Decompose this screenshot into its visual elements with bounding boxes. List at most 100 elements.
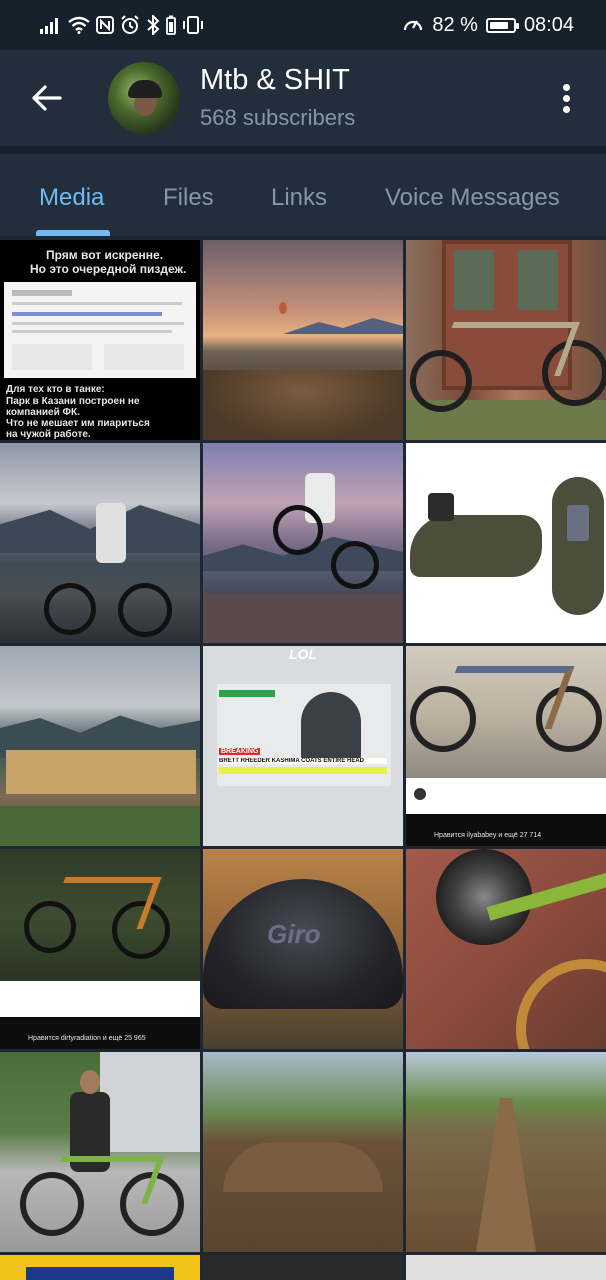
post-photo	[406, 646, 606, 778]
meme-caption-top2: Но это очередной пиздеж.	[30, 262, 187, 276]
bike-frame	[434, 666, 575, 729]
battery-icon	[485, 17, 519, 33]
media-tile-1[interactable]: Прям вот искренне. Но это очередной пизд…	[0, 240, 200, 440]
partial-inner-box	[26, 1267, 174, 1280]
news-breaking-label: BREAKING	[219, 748, 261, 755]
battery-fill	[489, 21, 508, 29]
status-icons-left	[40, 13, 204, 37]
news-headline: BRETT RHEEDER KASHIMA COATS ENTIRE HEAD	[219, 758, 387, 764]
header-divider	[0, 146, 606, 154]
nfc-icon	[96, 16, 114, 34]
bike-wheel-rear	[44, 583, 96, 635]
signal-icon	[40, 18, 58, 34]
media-tile-17[interactable]	[203, 1255, 403, 1280]
bike-frame	[45, 1156, 165, 1204]
tab-media[interactable]: Media	[39, 184, 104, 212]
media-tile-7[interactable]	[0, 646, 200, 846]
mountain-silhouette	[283, 318, 403, 334]
media-tile-4[interactable]	[0, 443, 200, 643]
media-tile-16[interactable]	[0, 1255, 200, 1280]
news-green-bar	[219, 690, 275, 697]
media-tile-12[interactable]	[406, 849, 606, 1049]
media-tile-15[interactable]	[406, 1052, 606, 1252]
more-vertical-icon-dot3	[563, 106, 570, 113]
meme-caption-bottom5: на чужой работе.	[6, 429, 91, 440]
battery-percent: 82 %	[432, 13, 478, 36]
media-tile-10[interactable]: Нравится dirtyradiation и ещё 25 965	[0, 849, 200, 1049]
bike-frame	[46, 877, 162, 929]
foreground-grass	[0, 806, 200, 846]
media-tile-18[interactable]	[406, 1255, 606, 1280]
meme-caption-bottom4: Что не мешает им пиариться	[6, 418, 150, 429]
post-action-bar	[0, 1017, 200, 1049]
dirt-track	[203, 370, 403, 440]
battery-small-icon	[166, 15, 176, 35]
media-tile-13[interactable]	[0, 1052, 200, 1252]
media-tile-8[interactable]: LOL BREAKING BRETT RHEEDER KASHIMA COATS…	[203, 646, 403, 846]
tab-voice-messages[interactable]: Voice Messages	[385, 184, 560, 212]
balloon	[279, 302, 287, 314]
meme-screenshot	[4, 282, 196, 378]
man-head	[80, 1070, 100, 1094]
bike-wheel-front	[331, 541, 379, 589]
back-button[interactable]	[22, 76, 70, 120]
media-tile-11[interactable]: Giro	[203, 849, 403, 1049]
rider-body	[96, 503, 126, 563]
croc-shoe-right	[552, 477, 604, 615]
bike-wheel-front	[118, 583, 172, 637]
channel-avatar[interactable]	[108, 62, 180, 134]
door-window-2	[518, 250, 558, 310]
avatar-helmet	[128, 80, 162, 98]
status-bar: 82 % 08:04	[0, 0, 606, 50]
cassette	[436, 849, 532, 945]
media-tile-14[interactable]	[203, 1052, 403, 1252]
croc-shoe-left	[410, 515, 542, 577]
dirt-path	[476, 1098, 536, 1252]
tire	[516, 959, 606, 1049]
media-tile-5[interactable]	[203, 443, 403, 643]
post-likes: Нравится ilyababey и ещё 27 714	[434, 832, 542, 839]
tab-files[interactable]: Files	[163, 184, 214, 212]
post-action-bar	[406, 814, 606, 846]
bike-wheel-rear	[273, 505, 323, 555]
vibrate-icon	[183, 16, 203, 34]
ramp	[203, 593, 403, 643]
channel-title[interactable]: Mtb & SHIT	[200, 64, 350, 97]
dirt-mound	[223, 1142, 383, 1192]
building	[100, 1052, 200, 1152]
wifi-icon	[68, 16, 90, 34]
media-tile-2[interactable]	[203, 240, 403, 440]
bike-frame	[434, 322, 580, 376]
subscriber-count: 568 subscribers	[200, 105, 356, 130]
media-tile-3[interactable]	[406, 240, 606, 440]
speed-icon	[404, 20, 423, 31]
clock: 08:04	[523, 13, 574, 36]
media-tabs: Media Files Links Voice Messages	[0, 154, 606, 236]
news-ticker	[219, 767, 387, 774]
alarm-icon	[121, 15, 139, 34]
helmet-brand: Giro	[267, 919, 321, 949]
meme-caption-bottom: Для тех кто в танке:	[6, 384, 105, 395]
buildings	[6, 750, 196, 794]
news-image: BREAKING BRETT RHEEDER KASHIMA COATS ENT…	[217, 684, 391, 786]
more-menu-button[interactable]	[552, 78, 580, 118]
meme-caption-bottom3: компанией ФК.	[6, 407, 80, 418]
croc-cleat	[567, 505, 589, 541]
post-photo	[0, 849, 200, 981]
meme-caption-top: Прям вот искренне.	[46, 248, 164, 262]
back-arrow-icon	[32, 85, 62, 111]
more-vertical-icon-dot2	[563, 95, 570, 102]
status-icons-right: 82 % 08:04	[402, 13, 574, 37]
chat-header: Mtb & SHIT 568 subscribers	[0, 50, 606, 146]
media-tile-6[interactable]	[406, 443, 606, 643]
news-person	[301, 692, 361, 764]
tab-links[interactable]: Links	[271, 184, 327, 212]
media-tile-9[interactable]: Нравится ilyababey и ещё 27 714	[406, 646, 606, 846]
bluetooth-icon	[147, 15, 160, 35]
tab-indicator	[36, 230, 110, 236]
croc-strap-light	[428, 493, 454, 521]
media-grid: Прям вот искренне. Но это очередной пизд…	[0, 240, 606, 1280]
door-window	[454, 250, 494, 310]
post-likes: Нравится dirtyradiation и ещё 25 965	[28, 1035, 146, 1042]
lol-text: LOL	[289, 646, 317, 662]
